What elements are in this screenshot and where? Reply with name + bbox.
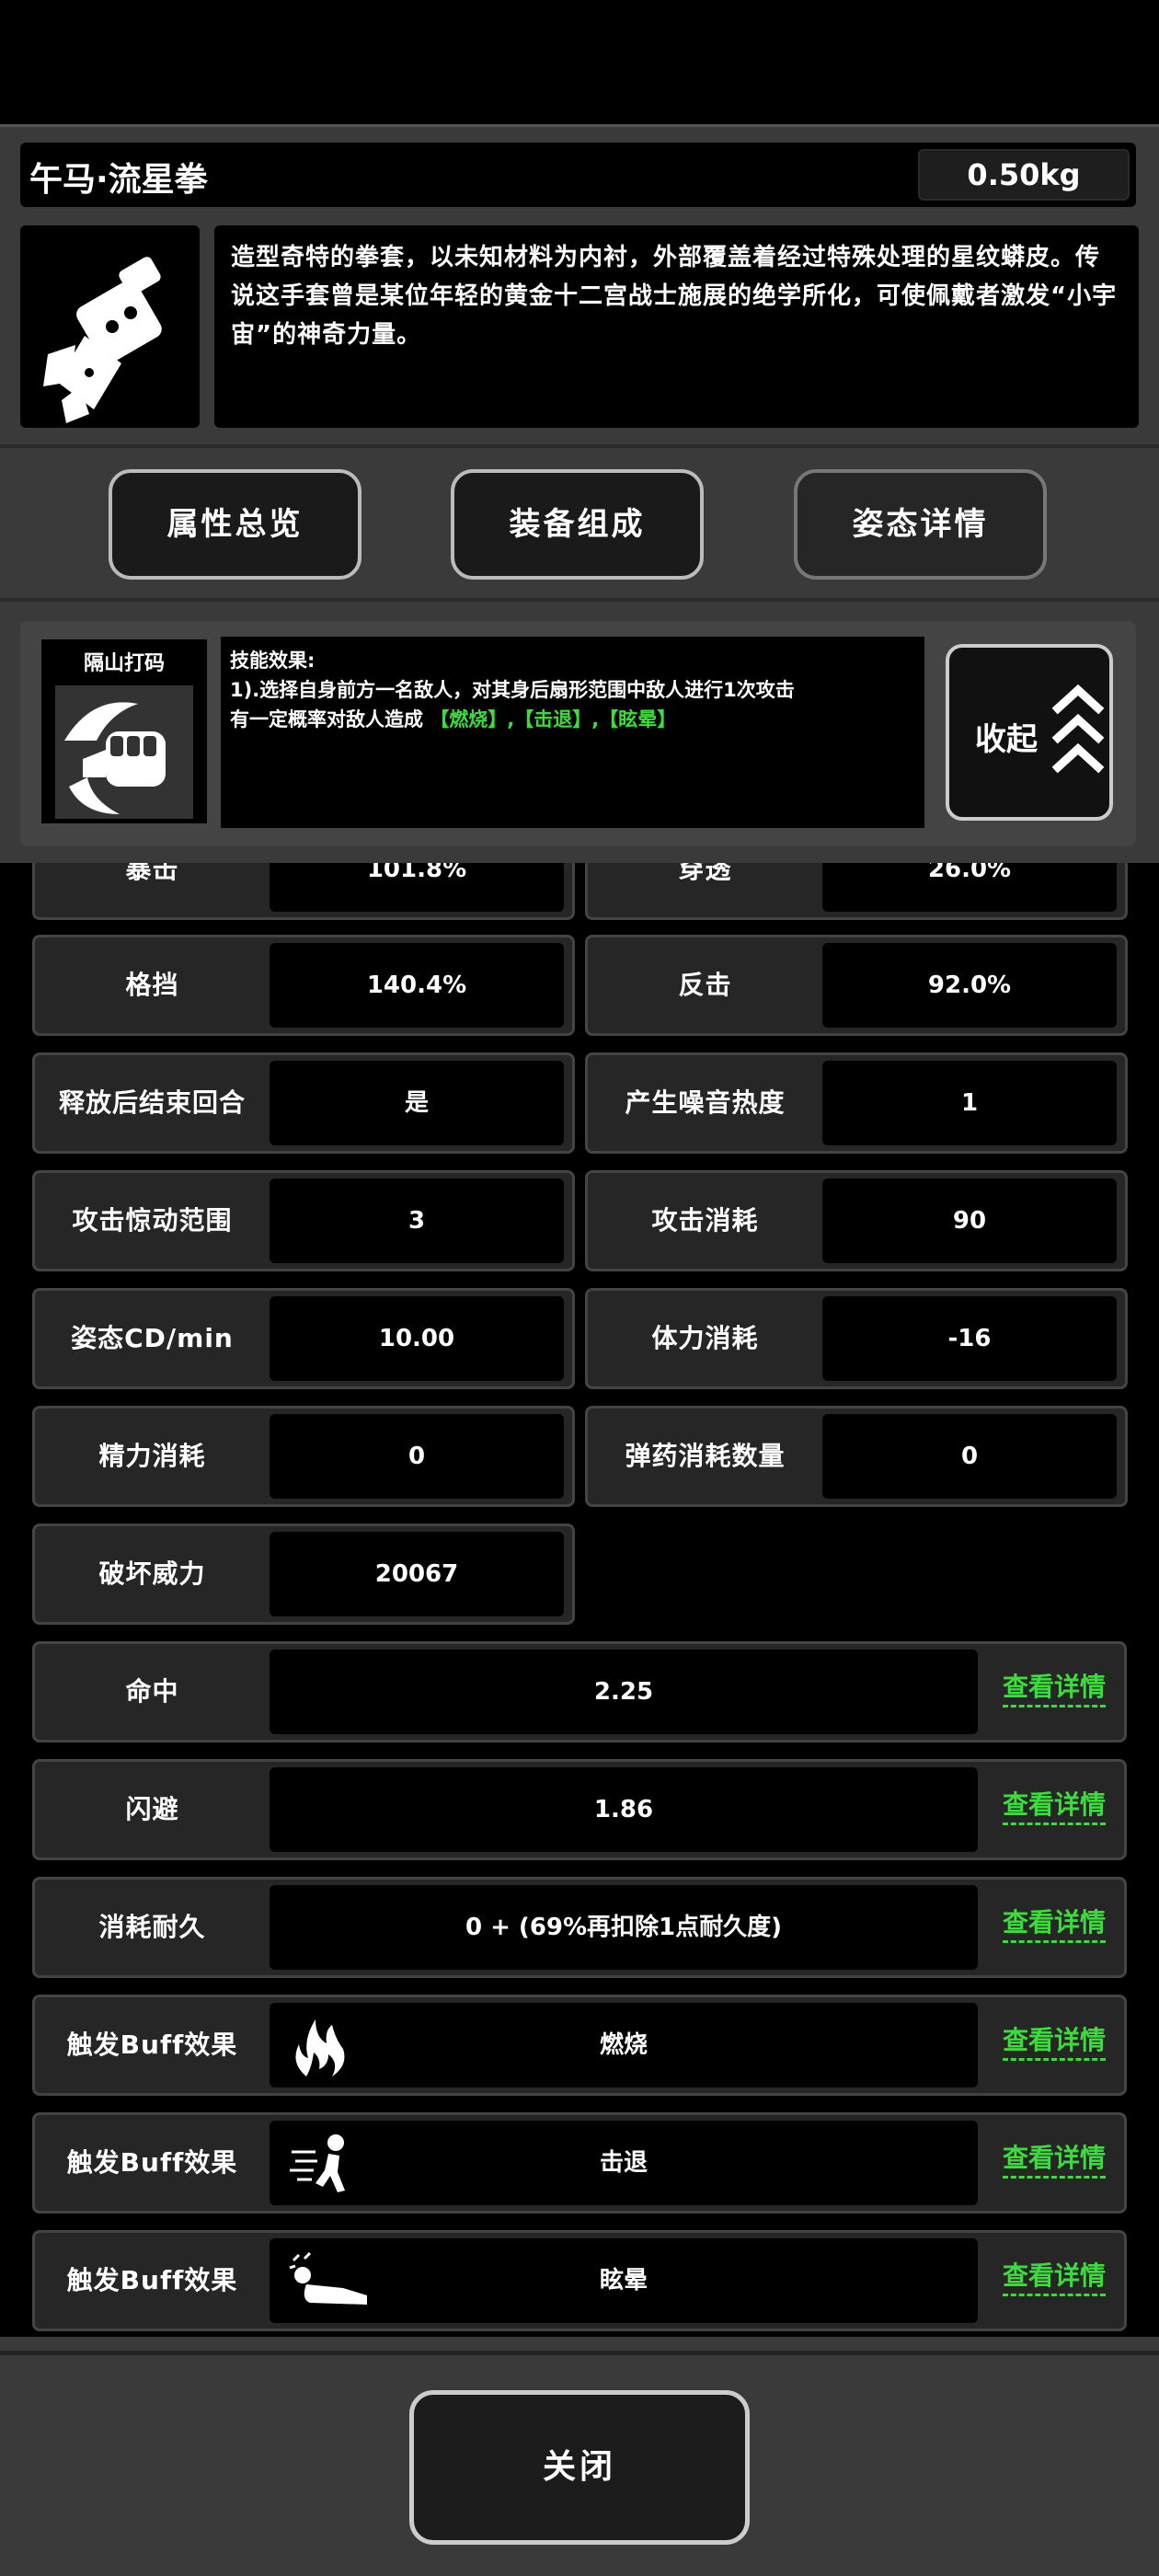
stat-label: 精力消耗 — [98, 1441, 206, 1471]
stat-label: 产生噪音热度 — [625, 1087, 786, 1118]
divider — [0, 598, 1159, 602]
stat-value: -16 — [822, 1296, 1117, 1381]
stat-label: 反击 — [678, 970, 732, 1000]
stat-label: 姿态CD/min — [71, 1323, 234, 1353]
stat-label: 触发Buff效果 — [66, 2265, 238, 2295]
stat-value: 10.00 — [270, 1296, 564, 1381]
close-button[interactable]: 关闭 — [409, 2390, 750, 2545]
stat-label: 闪避 — [125, 1794, 179, 1824]
skill-effect-line2: 有一定概率对敌人造成 【燃烧】,【击退】,【眩晕】 — [230, 705, 915, 734]
stat-value: 1.86 — [270, 1767, 978, 1852]
stat-value: 90 — [822, 1179, 1117, 1263]
stat-label: 破坏威力 — [98, 1558, 206, 1589]
stun-icon — [289, 2251, 367, 2305]
stat-cell: 破坏威力 20067 — [32, 1524, 575, 1625]
stat-label: 命中 — [125, 1676, 179, 1707]
skill-image — [55, 685, 193, 819]
item-weight: 0.50kg — [918, 149, 1130, 201]
stat-label: 体力消耗 — [651, 1323, 759, 1353]
skill-name: 隔山打码 — [83, 652, 165, 675]
item-name: 午马·流星拳 — [29, 161, 208, 199]
stat-value: 20067 — [270, 1532, 564, 1616]
buff-name: 眩晕 — [599, 2267, 648, 2294]
view-details-link[interactable]: 查看详情 — [1002, 2259, 1106, 2296]
fist-gauntlet-icon — [43, 257, 162, 423]
stat-value: 140.4% — [270, 943, 564, 1028]
stat-cell: 弹药消耗数量 0 — [585, 1406, 1128, 1507]
stat-label: 释放后结束回合 — [58, 1087, 246, 1118]
stat-label: 暴击 — [125, 863, 179, 884]
stat-cell: 产生噪音热度 1 — [585, 1052, 1128, 1154]
stat-cell: 攻击惊动范围 3 — [32, 1170, 575, 1271]
detail-row: 命中 2.25 查看详情 — [32, 1641, 1127, 1742]
fire-icon — [295, 2019, 345, 2076]
stat-value: 0 — [822, 1414, 1117, 1499]
stat-value: 92.0% — [822, 943, 1117, 1028]
collapse-label: 收起 — [975, 721, 1038, 758]
detail-row: 消耗耐久 0 + (69%再扣除1点耐久度) 查看详情 — [32, 1877, 1127, 1978]
buff-name: 击退 — [599, 2149, 648, 2177]
stat-value: 0 + (69%再扣除1点耐久度) — [270, 1885, 978, 1970]
stats-list[interactable]: 暴击 101.8% 穿透 26.0% 格挡 140.4% 反击 92.0% 释放… — [0, 863, 1159, 2337]
stat-value: 2.25 — [270, 1650, 978, 1734]
stat-cell: 暴击 101.8% — [32, 863, 575, 920]
stat-cell: 穿透 26.0% — [585, 863, 1128, 920]
stat-cell: 反击 92.0% — [585, 935, 1128, 1036]
buff-value-box: 击退 — [270, 2121, 978, 2205]
stat-value: 26.0% — [822, 863, 1117, 912]
skill-effect-buffs: 【燃烧】,【击退】,【眩晕】 — [430, 708, 677, 730]
skill-effect-line2-prefix: 有一定概率对敌人造成 — [230, 708, 423, 730]
buff-value-box: 眩晕 — [270, 2238, 978, 2323]
buff-row: 触发Buff效果 眩晕 查看详情 — [32, 2230, 1127, 2331]
divider — [0, 2351, 1159, 2355]
item-description: 造型奇特的拳套，以未知材料为内衬，外部覆盖着经过特殊处理的星纹蟒皮。传说这手套曾… — [214, 225, 1139, 428]
stat-label: 攻击惊动范围 — [72, 1205, 233, 1236]
stat-value: 1 — [822, 1061, 1117, 1145]
punch-fist-icon — [64, 702, 166, 814]
stat-label: 消耗耐久 — [98, 1912, 206, 1942]
tab-equipment-composition[interactable]: 装备组成 — [451, 469, 704, 580]
divider — [0, 444, 1159, 448]
stat-cell: 体力消耗 -16 — [585, 1288, 1128, 1389]
view-details-link[interactable]: 查看详情 — [1002, 1788, 1106, 1825]
stat-cell: 姿态CD/min 10.00 — [32, 1288, 575, 1389]
stat-value: 是 — [270, 1061, 564, 1145]
stat-cell: 攻击消耗 90 — [585, 1170, 1128, 1271]
stat-label: 攻击消耗 — [651, 1205, 759, 1236]
stat-value: 101.8% — [270, 863, 564, 912]
knockback-icon — [290, 2134, 345, 2192]
stat-label: 格挡 — [125, 970, 179, 1000]
stat-cell: 释放后结束回合 是 — [32, 1052, 575, 1154]
buff-value-box: 燃烧 — [270, 2003, 978, 2087]
view-details-link[interactable]: 查看详情 — [1002, 2141, 1106, 2179]
tab-attributes-overview[interactable]: 属性总览 — [109, 469, 361, 580]
chevron-up-icon — [1051, 684, 1105, 774]
tab-stance-details[interactable]: 姿态详情 — [794, 469, 1047, 580]
detail-row: 闪避 1.86 查看详情 — [32, 1759, 1127, 1860]
skill-effect-text: 技能效果: 1).选择自身前方一名敌人，对其身后扇形范围中敌人进行1次攻击 有一… — [221, 637, 924, 828]
stat-label: 穿透 — [678, 863, 732, 884]
view-details-link[interactable]: 查看详情 — [1002, 2023, 1106, 2061]
skill-effect-title: 技能效果: — [230, 650, 316, 672]
stat-label: 触发Buff效果 — [66, 2147, 238, 2178]
view-details-link[interactable]: 查看详情 — [1002, 1670, 1106, 1708]
item-icon-box — [20, 225, 200, 428]
buff-row: 触发Buff效果 击退 查看详情 — [32, 2112, 1127, 2214]
skill-effect-line1: 1).选择自身前方一名敌人，对其身后扇形范围中敌人进行1次攻击 — [230, 679, 795, 701]
buff-row: 触发Buff效果 燃烧 查看详情 — [32, 1995, 1127, 2096]
stat-value: 3 — [270, 1179, 564, 1263]
stat-cell: 精力消耗 0 — [32, 1406, 575, 1507]
view-details-link[interactable]: 查看详情 — [1002, 1905, 1106, 1943]
stat-label: 弹药消耗数量 — [625, 1441, 786, 1471]
stat-cell: 格挡 140.4% — [32, 935, 575, 1036]
buff-name: 燃烧 — [599, 2031, 648, 2059]
stat-value: 0 — [270, 1414, 564, 1499]
stat-label: 触发Buff效果 — [66, 2030, 238, 2060]
